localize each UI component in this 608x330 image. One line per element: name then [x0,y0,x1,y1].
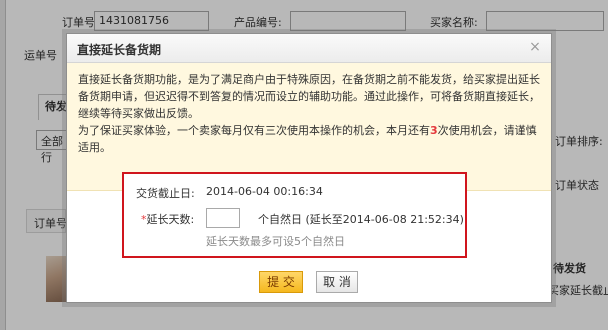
notice-text-before: 为了保证买家体验，一个卖家每月仅有三次使用本操作的机会，本月还有 [78,124,430,137]
notice-paragraph-1: 直接延长备货期功能，是为了满足商户由于特殊原因，在备货期之前不能发货，给买家提出… [78,73,540,120]
deadline-value: 2014-06-04 00:16:34 [206,185,323,198]
dialog-header: 直接延长备货期 × [67,34,551,63]
notice-paragraph-2: 为了保证买家体验，一个卖家每月仅有三次使用本操作的机会，本月还有3次使用机会，请… [78,122,541,156]
extension-form: 交货截止日: 2014-06-04 00:16:34 *延长天数: 个自然日 (… [122,172,467,258]
days-unit-text: 个自然日 (延长至2014-06-08 21:52:34) [258,213,464,226]
extend-days-input[interactable] [206,208,240,228]
extend-prep-dialog: 直接延长备货期 × 直接延长备货期功能，是为了满足商户由于特殊原因，在备货期之前… [66,33,552,303]
days-label-text: 延长天数: [146,213,195,226]
days-hint: 延长天数最多可设5个自然日 [206,235,345,248]
close-icon[interactable]: × [528,39,542,55]
remaining-count: 3 [430,124,438,137]
cancel-button[interactable]: 取 消 [316,271,358,293]
dialog-title: 直接延长备货期 [77,43,162,57]
days-label: *延长天数: [141,211,194,227]
deadline-label: 交货截止日: [136,187,195,200]
submit-button[interactable]: 提 交 [259,271,303,293]
